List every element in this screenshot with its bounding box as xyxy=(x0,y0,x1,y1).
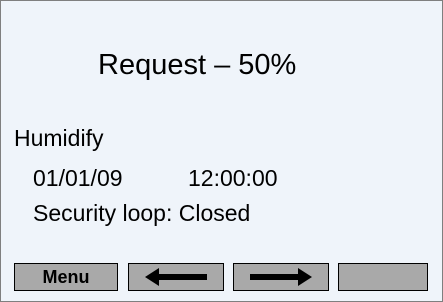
time-readout: 12:00:00 xyxy=(188,165,278,191)
back-button[interactable] xyxy=(128,263,224,291)
date-readout: 01/01/09 xyxy=(33,165,123,191)
menu-button-label: Menu xyxy=(42,266,90,287)
security-loop-status: Security loop: Closed xyxy=(33,200,251,226)
left-arrow-icon xyxy=(145,267,207,287)
request-title: Request – 50% xyxy=(98,49,297,81)
controller-display: Request – 50% Humidify 01/01/09 12:00:00… xyxy=(0,0,443,302)
next-button[interactable] xyxy=(233,263,329,291)
right-arrow-icon xyxy=(250,267,312,287)
blank-softkey[interactable] xyxy=(338,263,428,291)
mode-label: Humidify xyxy=(14,125,104,151)
menu-button[interactable]: Menu xyxy=(14,263,118,291)
